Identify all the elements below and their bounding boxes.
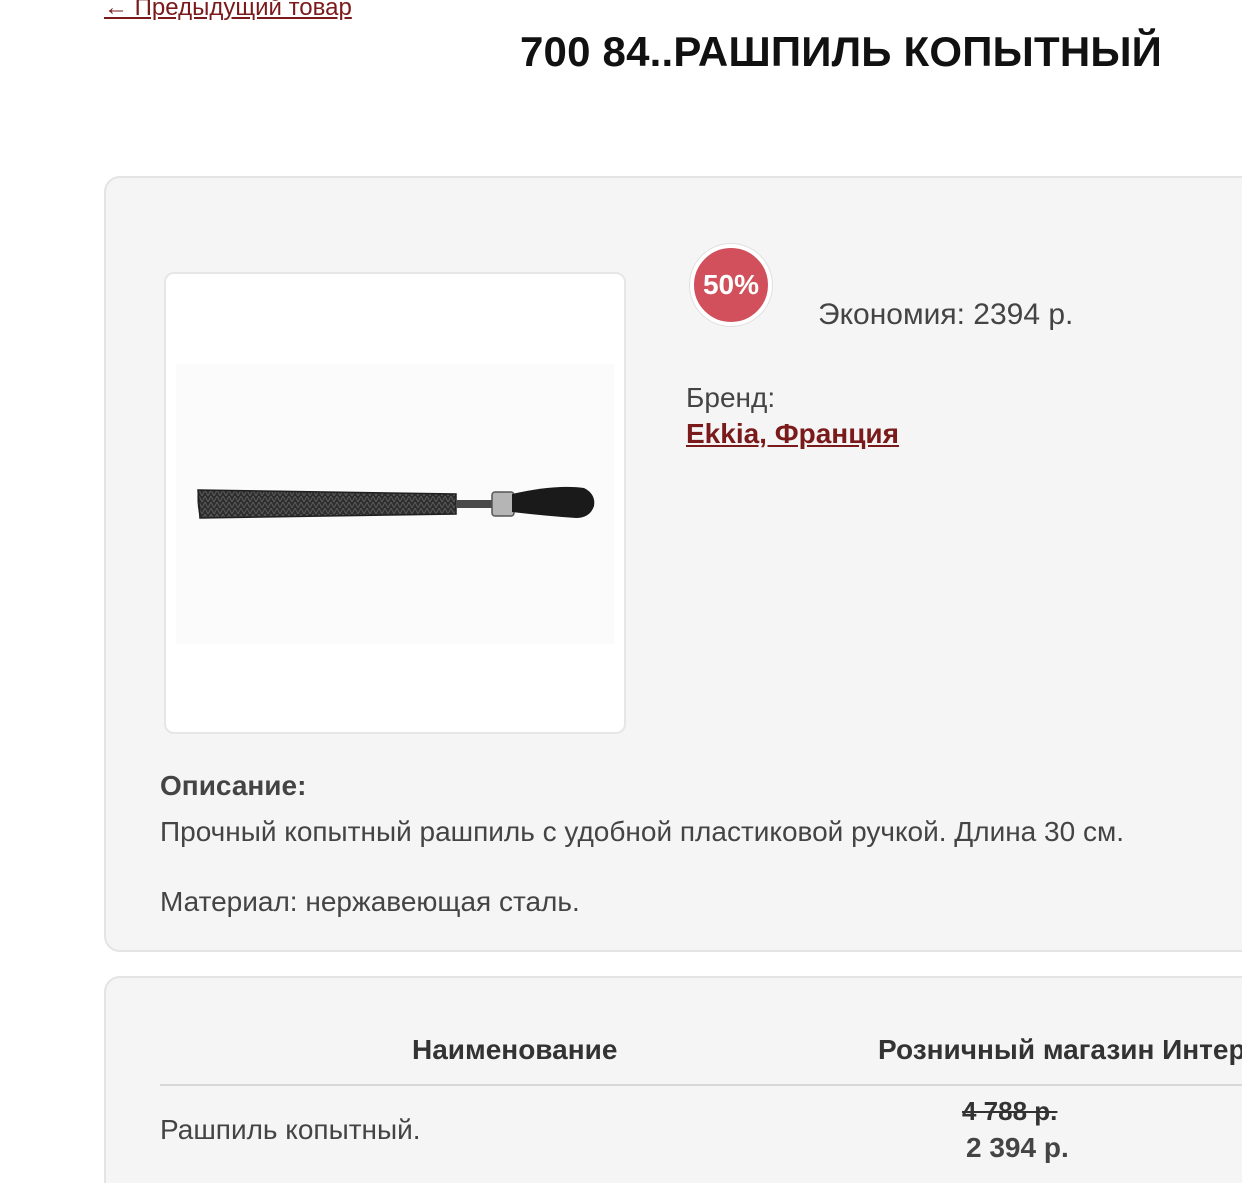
table-divider xyxy=(160,1084,1242,1086)
brand-link[interactable]: Ekkia, Франция xyxy=(686,418,899,450)
product-image[interactable] xyxy=(164,272,626,734)
old-price: 4 788 р. xyxy=(962,1096,1058,1126)
column-header-retail: Розничный магазин Интер xyxy=(878,1034,1242,1065)
description-material: Материал: нержавеющая сталь. xyxy=(160,886,580,917)
new-price: 2 394 р. xyxy=(966,1132,1069,1163)
description-text: Прочный копытный рашпиль с удобной пласт… xyxy=(160,816,1124,847)
product-page: ← Предыдущий товар 700 84..РАШПИЛЬ КОПЫТ… xyxy=(0,0,1242,1183)
economy-text: Экономия: 2394 р. xyxy=(818,298,1074,331)
previous-product-link[interactable]: ← Предыдущий товар xyxy=(104,0,352,22)
discount-badge: 50% xyxy=(690,244,772,326)
price-table: Наименование Розничный магазин Интер Раш… xyxy=(104,976,1242,1183)
table-row-name: Рашпиль копытный. xyxy=(160,1114,421,1145)
hoof-rasp-icon xyxy=(176,364,614,644)
description-heading: Описание: xyxy=(160,770,307,801)
brand-label: Бренд: xyxy=(686,382,776,413)
page-title: 700 84..РАШПИЛЬ КОПЫТНЫЙ xyxy=(520,28,1163,75)
product-card: 50% Экономия: 2394 р. Бренд: Ekkia, Фран… xyxy=(104,176,1242,952)
column-header-name: Наименование xyxy=(412,1034,618,1065)
